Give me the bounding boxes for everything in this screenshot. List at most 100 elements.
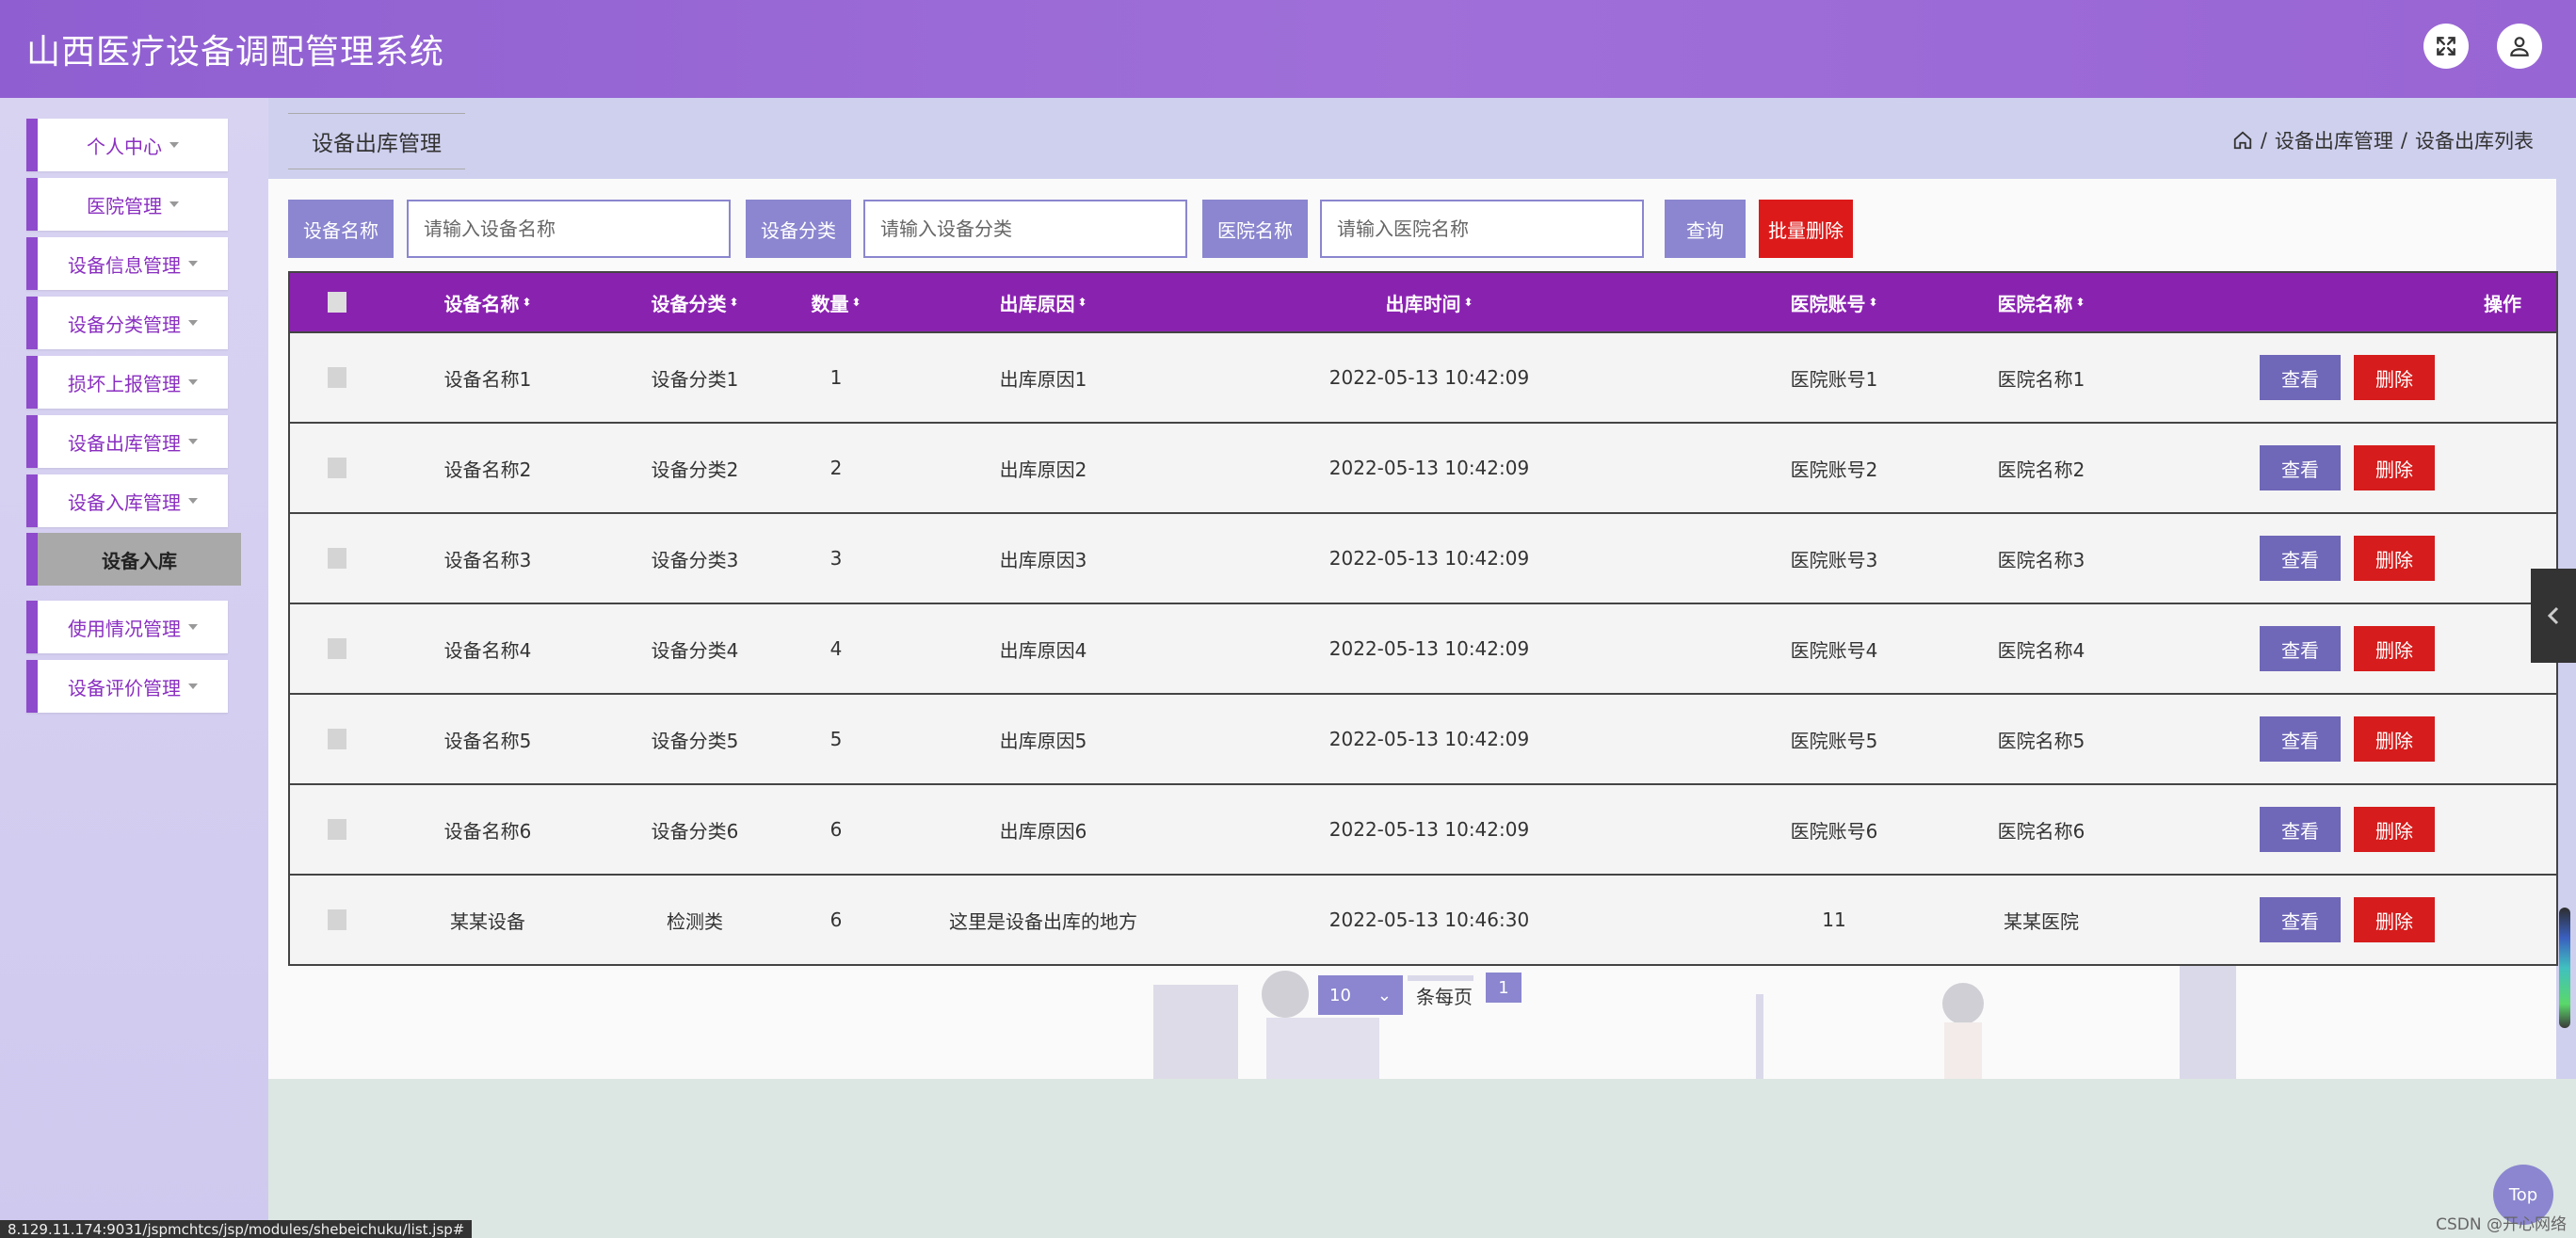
cell-outbound-reason: 出库原因1	[999, 367, 1087, 391]
row-select-cell	[290, 785, 346, 874]
cell-outbound-time: 2022-05-13 10:42:09	[1328, 547, 1530, 570]
sidebar-item-hospital[interactable]: 医院管理	[26, 178, 228, 231]
col-outbound-reason[interactable]: 出库原因 ⬍	[921, 273, 1166, 331]
view-button[interactable]: 查看	[2260, 355, 2341, 400]
watermark: CSDN @开心网络	[2436, 1215, 2567, 1234]
page-size-select[interactable]: 10 ⌄	[1318, 975, 1403, 1015]
col-device-name[interactable]: 设备名称 ⬍	[394, 273, 582, 331]
page-size-value: 10	[1329, 985, 1351, 1005]
query-button[interactable]: 查询	[1665, 200, 1746, 258]
view-button[interactable]: 查看	[2260, 536, 2341, 581]
cell-outbound-time: 2022-05-13 10:42:09	[1328, 366, 1530, 389]
breadcrumb-item-current: 设备出库列表	[2415, 130, 2534, 153]
cell-hospital-name: 医院名称6	[1997, 819, 2085, 843]
delete-button[interactable]: 删除	[2354, 355, 2435, 400]
cell-device-category: 检测类	[667, 909, 723, 933]
device-name-label: 设备名称	[288, 200, 394, 258]
col-hospital-account[interactable]: 医院账号 ⬍	[1731, 273, 1938, 331]
fullscreen-button[interactable]	[2423, 24, 2469, 69]
cell-outbound-reason: 出库原因4	[999, 638, 1087, 662]
view-button[interactable]: 查看	[2260, 716, 2341, 762]
select-all-checkbox[interactable]	[328, 292, 346, 313]
home-icon[interactable]	[2232, 130, 2253, 151]
cell-quantity: 6	[829, 908, 843, 931]
device-name-input[interactable]	[407, 200, 731, 258]
cell-quantity: 5	[829, 728, 843, 750]
cell-hospital-name: 某某医院	[2004, 909, 2079, 933]
breadcrumb-item-module[interactable]: 设备出库管理	[2275, 126, 2393, 154]
submenu-item-device-inbound[interactable]: 设备入库	[26, 533, 241, 586]
table-header: 设备名称 ⬍ 设备分类 ⬍ 数量 ⬍ 出库原因 ⬍ 出库时间 ⬍ 医院账号 ⬍ 医院名称 ⬍ …	[290, 273, 2556, 331]
side-collapse-tab[interactable]	[2531, 569, 2576, 663]
chevron-down-icon: ⌄	[1377, 985, 1392, 1005]
caret-down-icon	[169, 142, 179, 148]
col-outbound-time[interactable]: 出库时间 ⬍	[1288, 273, 1570, 331]
content-lower-area	[268, 1079, 2576, 1238]
caret-down-icon	[188, 379, 198, 385]
cell-quantity: 2	[829, 457, 843, 479]
sidebar-item-device-inbound[interactable]: 设备入库管理	[26, 474, 228, 527]
row-checkbox[interactable]	[328, 638, 346, 659]
delete-button[interactable]: 删除	[2354, 445, 2435, 490]
row-select-cell	[290, 695, 346, 783]
row-checkbox[interactable]	[328, 548, 346, 569]
caret-down-icon	[188, 624, 198, 630]
cell-quantity: 3	[829, 547, 843, 570]
cell-outbound-reason: 出库原因6	[999, 819, 1087, 843]
expand-icon	[2437, 37, 2455, 56]
row-checkbox[interactable]	[328, 729, 346, 749]
sort-icon: ⬍	[2075, 296, 2085, 309]
cell-hospital-account: 医院账号1	[1790, 367, 1878, 391]
sidebar-item-device-info[interactable]: 设备信息管理	[26, 237, 228, 290]
table-row: 设备名称6 设备分类6 6 出库原因6 2022-05-13 10:42:09 医院账号6…	[290, 783, 2556, 874]
delete-button[interactable]: 删除	[2354, 897, 2435, 942]
user-button[interactable]	[2497, 24, 2542, 69]
sidebar-item-device-outbound[interactable]: 设备出库管理	[26, 415, 228, 468]
sidebar-item-usage[interactable]: 使用情况管理	[26, 601, 228, 653]
row-checkbox[interactable]	[328, 458, 346, 478]
scroll-indicator[interactable]	[2559, 908, 2570, 1028]
per-page-label: 条每页	[1416, 985, 1473, 1008]
delete-button[interactable]: 删除	[2354, 807, 2435, 852]
sidebar-item-device-category[interactable]: 设备分类管理	[26, 297, 228, 349]
caret-down-icon	[188, 439, 198, 444]
sort-icon: ⬍	[1077, 296, 1087, 309]
view-button[interactable]: 查看	[2260, 445, 2341, 490]
col-label: 出库时间	[1385, 292, 1461, 315]
background-illustration	[1153, 966, 2236, 1079]
device-category-input[interactable]	[863, 200, 1187, 258]
caret-down-icon	[188, 498, 198, 504]
sort-icon: ⬍	[522, 296, 532, 309]
page-number-button[interactable]: 1	[1486, 973, 1521, 1003]
cell-outbound-time: 2022-05-13 10:42:09	[1328, 728, 1530, 750]
cell-hospital-name: 医院名称4	[1997, 638, 2085, 662]
delete-button[interactable]: 删除	[2354, 716, 2435, 762]
delete-button[interactable]: 删除	[2354, 536, 2435, 581]
row-checkbox[interactable]	[328, 367, 346, 388]
view-button[interactable]: 查看	[2260, 897, 2341, 942]
select-all-cell	[290, 273, 346, 331]
batch-delete-button[interactable]: 批量删除	[1759, 200, 1853, 258]
view-button[interactable]: 查看	[2260, 626, 2341, 671]
sort-icon: ⬍	[1868, 296, 1878, 309]
cell-device-name: 设备名称2	[443, 458, 532, 481]
row-checkbox[interactable]	[328, 909, 346, 930]
cell-outbound-time: 2022-05-13 10:42:09	[1328, 457, 1530, 479]
view-button[interactable]: 查看	[2260, 807, 2341, 852]
sidebar-item-label: 损坏上报管理	[68, 372, 181, 395]
col-label: 医院账号	[1790, 292, 1866, 315]
table-row: 设备名称3 设备分类3 3 出库原因3 2022-05-13 10:42:09 医院账号3…	[290, 512, 2556, 603]
delete-button[interactable]: 删除	[2354, 626, 2435, 671]
col-hospital-name[interactable]: 医院名称 ⬍	[1938, 273, 2145, 331]
sidebar-item-personal-center[interactable]: 个人中心	[26, 119, 228, 171]
row-checkbox[interactable]	[328, 819, 346, 840]
row-select-cell	[290, 333, 346, 422]
col-device-category[interactable]: 设备分类 ⬍	[601, 273, 789, 331]
sidebar-item-evaluation[interactable]: 设备评价管理	[26, 660, 228, 713]
cell-quantity: 4	[829, 637, 843, 660]
sidebar-item-damage-report[interactable]: 损坏上报管理	[26, 356, 228, 409]
hospital-name-input[interactable]	[1320, 200, 1644, 258]
col-quantity[interactable]: 数量 ⬍	[780, 273, 893, 331]
row-select-cell	[290, 876, 346, 964]
table-row: 设备名称1 设备分类1 1 出库原因1 2022-05-13 10:42:09 医院账号1…	[290, 331, 2556, 422]
